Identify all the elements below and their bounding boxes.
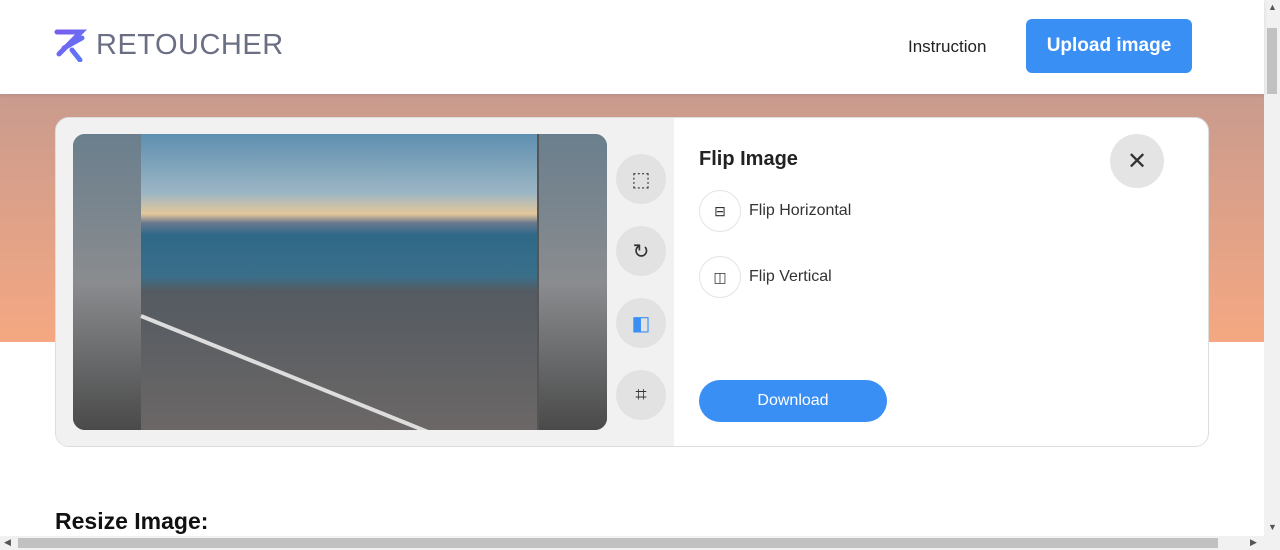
flip-horizontal-option[interactable]: ⊟ Flip Horizontal — [699, 190, 851, 232]
download-button[interactable]: Download — [699, 380, 887, 422]
panel-title: Flip Image — [699, 148, 798, 170]
flip-vertical-icon: ◫ — [699, 256, 741, 298]
crop-icon: ⌗ — [635, 383, 647, 406]
upload-image-button[interactable]: Upload image — [1026, 19, 1192, 73]
option-label: Flip Horizontal — [749, 202, 852, 219]
preview-area — [56, 118, 674, 446]
image-preview — [73, 134, 607, 430]
editor-card: ⬚ ↻ ◧ ⌗ Flip Image ⊟ Flip Horizontal ◫ F… — [55, 117, 1209, 447]
tool-bar: ⬚ ↻ ◧ ⌗ — [616, 154, 666, 442]
rotate-tool-button[interactable]: ↻ — [616, 226, 666, 276]
section-heading: Resize Image: — [55, 508, 209, 534]
horizontal-scrollbar[interactable]: ◀ ▶ — [0, 536, 1280, 550]
resize-tool-button[interactable]: ⬚ — [616, 154, 666, 204]
logo-text: RETOUCHER — [96, 28, 284, 61]
option-label: Flip Vertical — [749, 268, 832, 285]
flip-vertical-option[interactable]: ◫ Flip Vertical — [699, 256, 832, 298]
flip-tool-button[interactable]: ◧ — [616, 298, 666, 348]
vertical-scrollbar[interactable]: ▲ ▼ — [1264, 0, 1280, 536]
logo-icon — [54, 29, 88, 62]
flip-horizontal-icon: ⊟ — [699, 190, 741, 232]
resize-icon: ⬚ — [631, 168, 651, 191]
logo[interactable]: RETOUCHER — [54, 28, 284, 62]
close-button[interactable]: ✕ — [1110, 134, 1164, 188]
header: RETOUCHER Instruction Upload image — [0, 0, 1264, 94]
instruction-link[interactable]: Instruction — [908, 37, 986, 57]
rotate-icon: ↻ — [632, 240, 650, 263]
crop-tool-button[interactable]: ⌗ — [616, 370, 666, 420]
close-icon: ✕ — [1126, 147, 1148, 175]
flip-icon: ◧ — [631, 312, 651, 335]
